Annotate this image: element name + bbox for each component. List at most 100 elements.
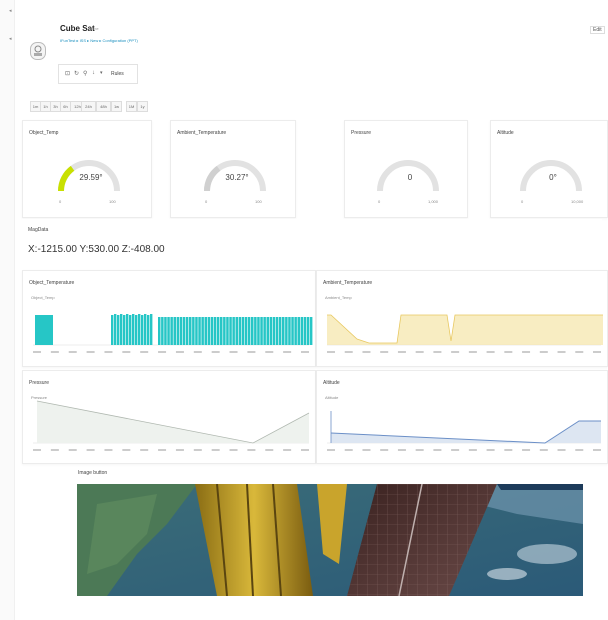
gauge-fill xyxy=(204,165,221,192)
x-tick-label xyxy=(557,351,566,353)
x-tick-label xyxy=(486,351,495,353)
gauge-title: Ambient_Temperature xyxy=(177,130,227,136)
bar xyxy=(220,317,223,345)
pin-icon[interactable]: ⚲ xyxy=(83,70,87,77)
bar xyxy=(161,317,164,345)
bar xyxy=(306,317,310,345)
rules-button[interactable]: Rules xyxy=(111,71,124,77)
bar xyxy=(278,317,282,345)
bar xyxy=(120,314,123,345)
bar xyxy=(300,317,304,345)
altitude-chart: Altitude Altitude xyxy=(316,370,608,464)
bar xyxy=(123,315,126,345)
ambient-temperature-chart: Ambient_Temperature Ambient_Temp xyxy=(316,270,608,367)
bar xyxy=(247,317,251,345)
breadcrumb[interactable]: IFunTest ▸ ISS ▸ New ▸ Configuration (PP… xyxy=(60,38,138,43)
bar xyxy=(288,317,291,345)
bar xyxy=(147,315,150,345)
bar xyxy=(198,317,201,345)
bar xyxy=(213,317,217,345)
bar xyxy=(223,317,226,345)
x-tick-label xyxy=(265,449,274,451)
x-tick-label xyxy=(175,449,184,451)
x-tick-label xyxy=(229,449,238,451)
bar xyxy=(266,317,269,345)
x-tick-label xyxy=(362,351,371,353)
bar xyxy=(303,317,307,345)
rail-icon-top[interactable]: ◂ xyxy=(9,8,12,14)
rail-icon-second[interactable]: ◂ xyxy=(9,36,12,42)
x-tick-label xyxy=(247,449,256,451)
x-tick-label xyxy=(229,351,238,353)
bar xyxy=(141,315,144,345)
gauge-card: Object_Temp 29.59° 0 100 xyxy=(22,120,152,218)
x-tick-label xyxy=(247,351,256,353)
time-range-1w[interactable]: 1w xyxy=(111,101,122,112)
status-badge: offline xyxy=(88,26,99,31)
x-tick-label xyxy=(468,351,477,353)
x-tick-label xyxy=(175,351,184,353)
iss-camera-image xyxy=(77,484,583,596)
bar xyxy=(226,317,229,345)
bar xyxy=(167,317,170,345)
x-tick-label xyxy=(539,351,548,353)
bar xyxy=(244,317,248,345)
time-range-24h[interactable]: 24h xyxy=(81,101,96,112)
time-range-1M[interactable]: 1M xyxy=(126,101,137,112)
x-tick-label xyxy=(539,449,548,451)
gauge-title: Pressure xyxy=(351,130,372,136)
ambient-temperature-plot xyxy=(327,314,603,353)
time-range-1y[interactable]: 1y xyxy=(137,101,148,112)
x-tick-label xyxy=(433,351,442,353)
x-tick-label xyxy=(593,351,601,353)
x-tick-label xyxy=(344,351,353,353)
bar xyxy=(207,317,211,345)
image-widget-title: Image button xyxy=(78,470,108,476)
bar xyxy=(254,317,257,345)
bar xyxy=(179,317,183,345)
bar xyxy=(135,315,138,345)
bar xyxy=(291,317,294,345)
chevron-down-icon[interactable]: ▾ xyxy=(100,70,103,76)
x-tick-label xyxy=(283,449,292,451)
x-tick-label xyxy=(593,449,601,451)
x-tick-label xyxy=(433,449,442,451)
left-rail: ◂ ◂ xyxy=(0,0,15,620)
gauge-title: Object_Temp xyxy=(29,130,59,136)
time-range-48h[interactable]: 48h xyxy=(96,101,111,112)
refresh-icon[interactable]: ↻ xyxy=(74,70,79,77)
gauge-value: 30.27° xyxy=(225,173,249,182)
x-tick-label xyxy=(104,449,113,451)
iss-solar-array-photo xyxy=(77,484,583,596)
edit-button[interactable]: Edit xyxy=(590,26,605,34)
bar xyxy=(269,317,273,345)
bar xyxy=(185,317,189,345)
gauge-min: 0 xyxy=(205,199,208,204)
bar xyxy=(210,317,214,345)
bar xyxy=(111,315,114,345)
x-tick-label xyxy=(158,351,167,353)
x-tick-label xyxy=(104,351,113,353)
bar xyxy=(241,317,245,345)
bar xyxy=(238,317,242,345)
bar xyxy=(294,317,297,345)
bar xyxy=(129,315,132,345)
bar xyxy=(182,317,186,345)
bar xyxy=(173,317,176,345)
x-tick-label xyxy=(362,449,371,451)
bar xyxy=(126,314,129,345)
download-icon[interactable]: ↓ xyxy=(92,70,95,76)
bar xyxy=(297,317,300,345)
gauge-card: Pressure 0 0 1,000 xyxy=(344,120,468,218)
x-tick-label xyxy=(451,449,460,451)
bar xyxy=(257,317,260,345)
x-tick-label xyxy=(575,449,584,451)
bar xyxy=(132,314,135,345)
device-header: Cube Sat offline IFunTest ▸ ISS ▸ New ▸ … xyxy=(22,14,605,96)
bar xyxy=(144,314,147,345)
x-tick-label xyxy=(211,351,220,353)
x-tick-label xyxy=(140,449,149,451)
x-tick-label xyxy=(33,449,41,451)
lock-icon[interactable]: ⊡ xyxy=(65,70,70,77)
x-tick-label xyxy=(451,351,460,353)
